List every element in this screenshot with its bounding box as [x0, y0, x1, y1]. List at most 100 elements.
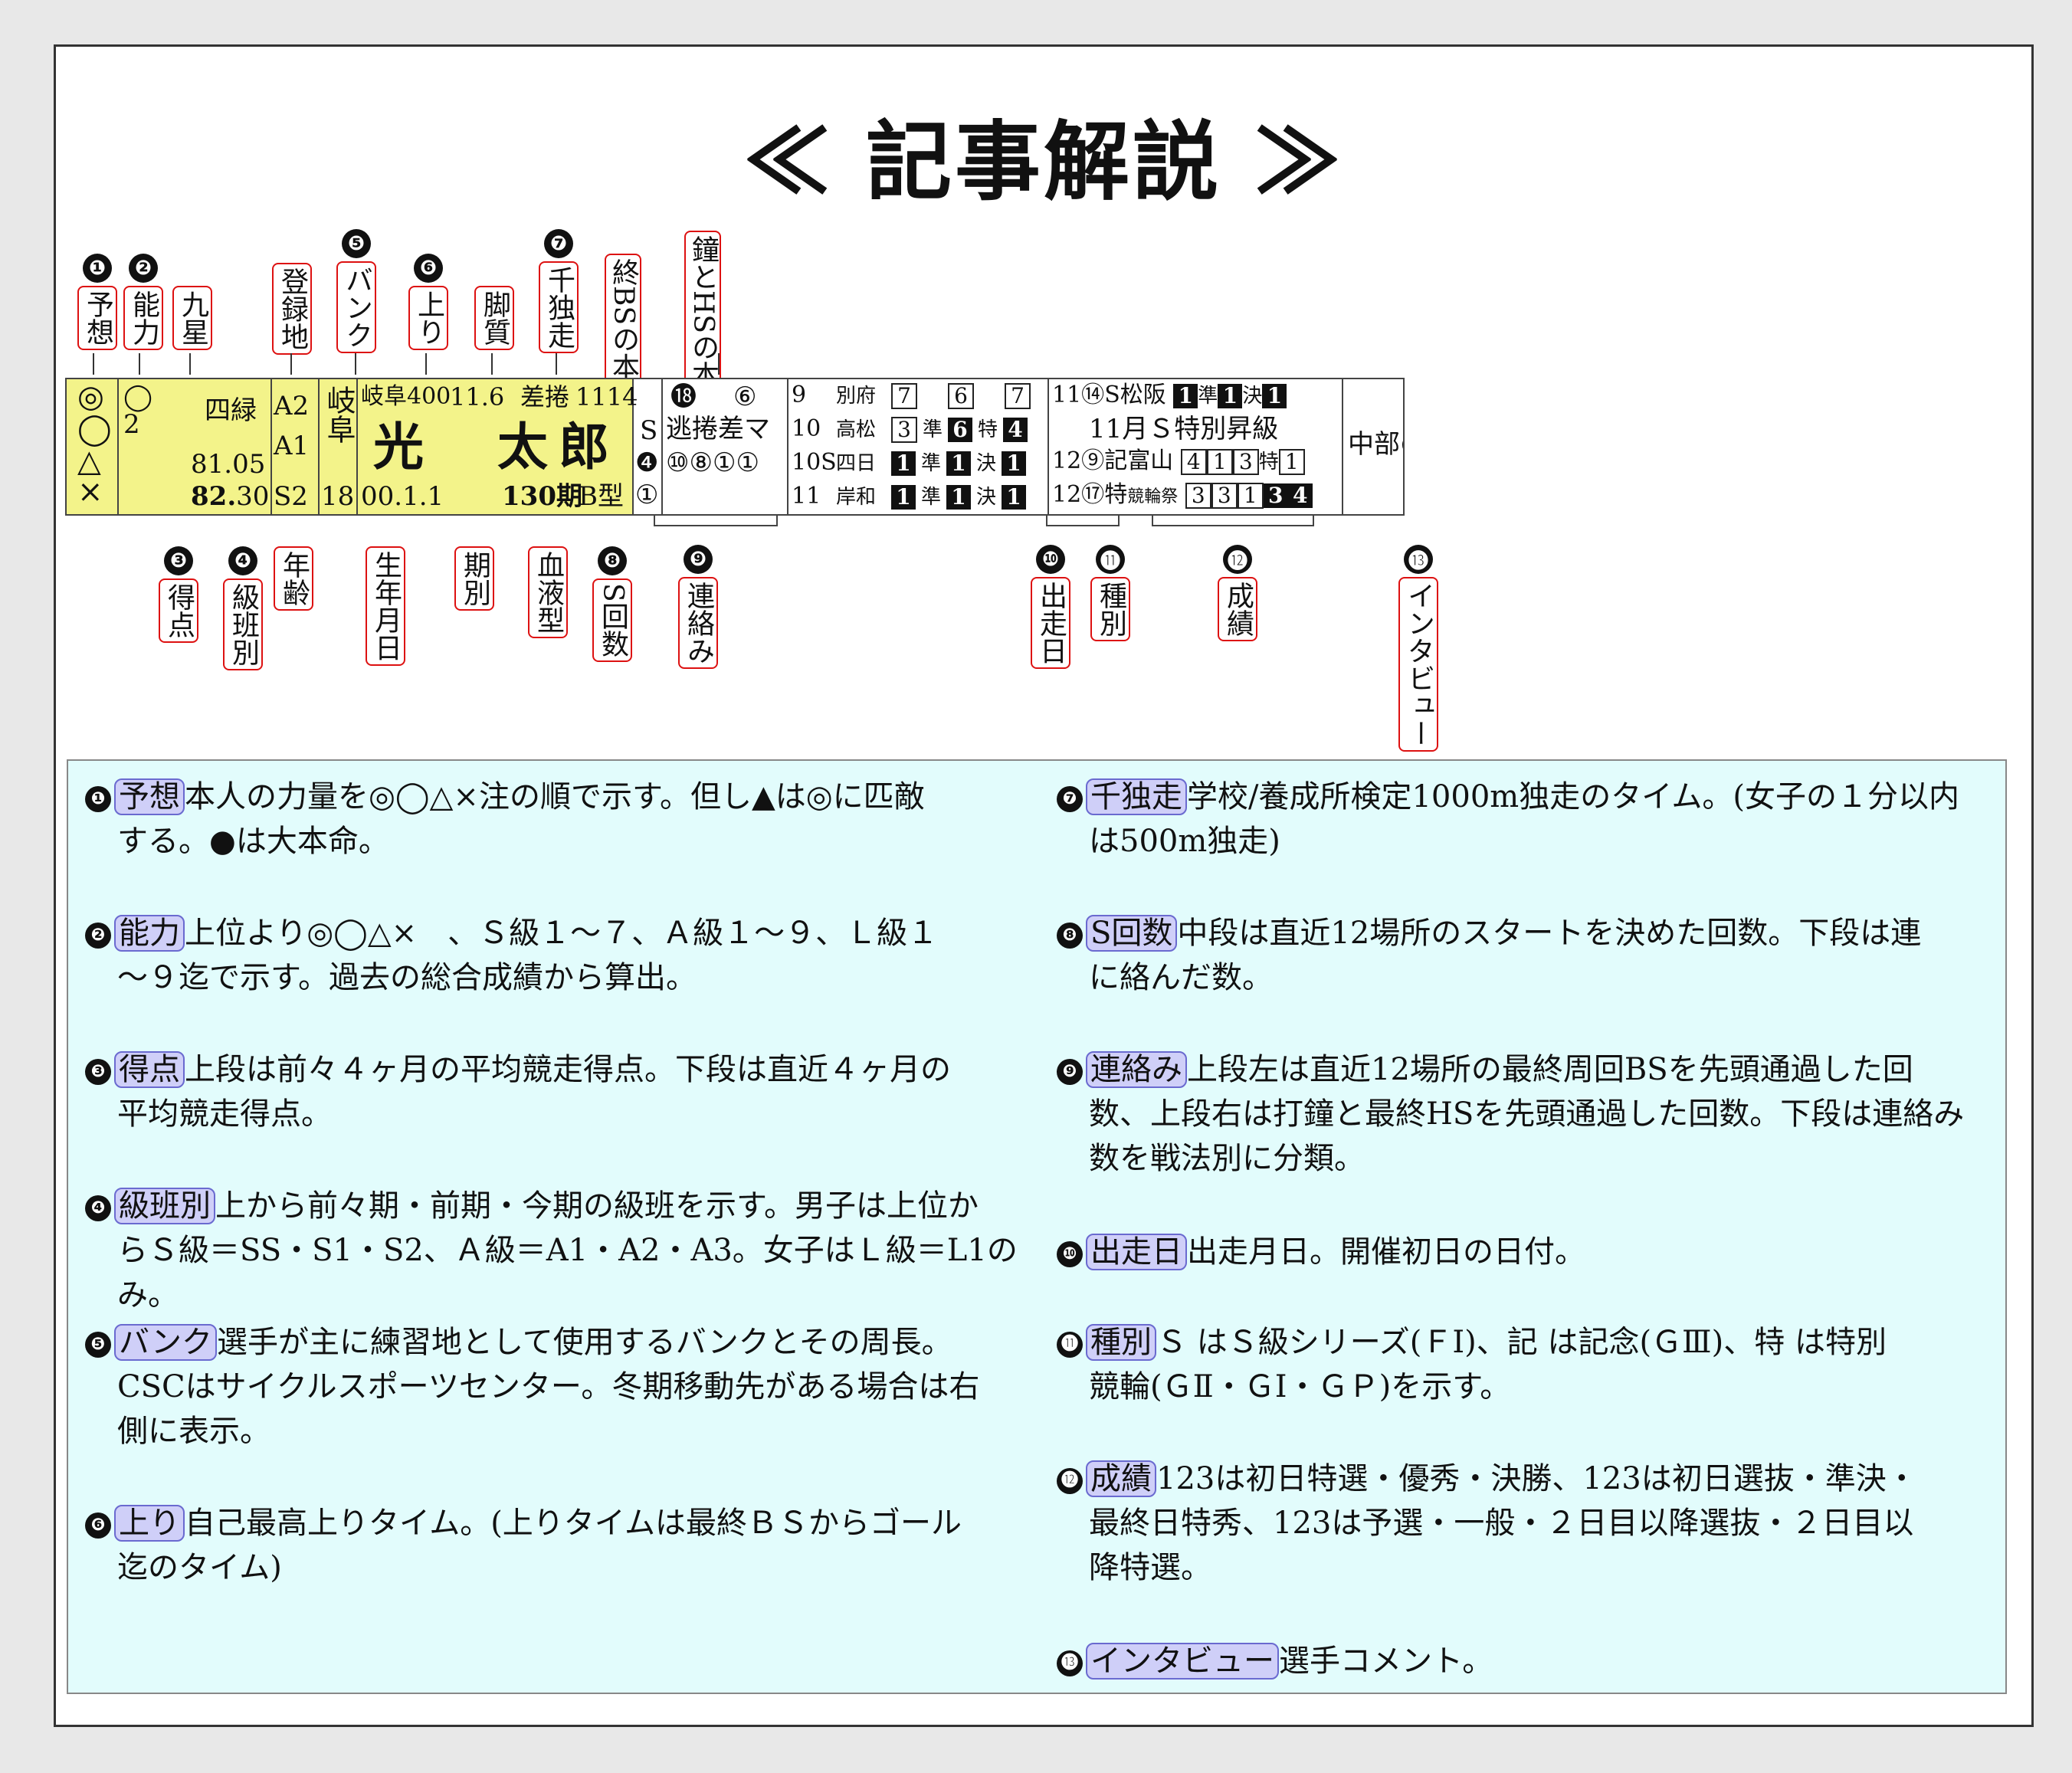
tactics-header: 逃捲差マ — [666, 414, 770, 444]
term-description: 出走月日。開催初日の日付。 — [1187, 1234, 1585, 1270]
score-recent-int: 82. — [191, 481, 237, 512]
tag-label: 血液型 — [528, 546, 568, 638]
number-icon: ❻ — [414, 254, 443, 283]
pref: 岐阜 — [322, 385, 356, 444]
tick — [93, 353, 94, 375]
explanation-line: ❺ バンク 選手が主に練習地として使用するバンクとその周長。 — [85, 1320, 1020, 1365]
tag-label: S回数 — [592, 578, 632, 662]
race-row: 9 別府 7 6 7 — [792, 381, 1031, 411]
term-description: 上から前々期・前期・今期の級班を示す。男子は上位か — [215, 1188, 979, 1224]
race-row: 11 岸和 1 準 1 決 1 — [792, 482, 1026, 512]
tag-seiseki: ⓬ 成績 — [1218, 545, 1257, 641]
term-description: 降特選。 — [1089, 1550, 1211, 1585]
result-label: 決 — [975, 452, 996, 475]
explanation-item: ⓬ 成績 123は初日特選・優秀・決勝、123は初日選抜・準決・ 最終日特秀、123は… — [1057, 1457, 1992, 1590]
term-description: 学校/養成所検定1000m独走のタイム。(女子の１分以内 — [1187, 779, 1960, 814]
class-prev2: A2 — [274, 391, 310, 421]
recent-date: 12⑨ — [1052, 447, 1105, 474]
page-title: ≪ 記事解説 ≫ — [744, 112, 1343, 212]
kyakushitsu: 差捲 — [520, 382, 570, 411]
explanation-item: ❶ 予想 本人の力量を◎◯△×注の順で示す。但し▲は◎に匹敵する。●は大本命。 — [85, 775, 1020, 864]
explanation-line: ❹ 級班別 上から前々期・前期・今期の級班を示す。男子は上位か — [85, 1184, 1020, 1228]
racer-name-family: 光 — [373, 417, 424, 477]
tag-sen: ❼ 千独走 — [539, 229, 579, 353]
number-icon: ⓬ — [1057, 1468, 1083, 1494]
yosou-cell: ◎ ◯ △ × — [67, 379, 119, 514]
result-label: 特 — [977, 418, 998, 441]
term-description: する。●は大本命。 — [117, 824, 389, 859]
tag-ki: 期別 — [454, 546, 494, 611]
tag-kyuhan: ❹ 級班別 — [223, 546, 263, 670]
tag-yosou: ❶ 予想 — [77, 254, 117, 350]
kyusei: 四緑 — [205, 395, 257, 426]
birth: 00.1.1 — [361, 481, 444, 512]
explanation-item: ❷ 能力 上位より◎◯△× 、Ｓ級１〜７、Ａ級１〜９、Ｌ級１ 〜９迄で示す。過去の総合… — [85, 911, 1020, 1000]
term-description: 自己最高上りタイム。(上りタイムは最終ＢＳからゴール — [185, 1506, 962, 1541]
term-label: 種別 — [1086, 1324, 1156, 1361]
recent-date: 12⑰ — [1052, 481, 1105, 508]
bracket — [1152, 516, 1314, 526]
class-prev: A1 — [274, 431, 310, 461]
tag-age: 年齢 — [274, 546, 313, 611]
number-icon: ❽ — [1057, 923, 1083, 949]
term-label: 得点 — [114, 1051, 185, 1088]
explanation-panel: ❶ 予想 本人の力量を◎◯△×注の順で示す。但し▲は◎に匹敵する。●は大本命。 ❷ 能力… — [67, 759, 2007, 1694]
explanation-line: ❿ 出走日 出走月日。開催初日の日付。 — [1057, 1230, 1992, 1274]
result-box: 6 — [948, 418, 972, 442]
tag-label: 連絡み — [678, 577, 718, 669]
explanation-item: ❸ 得点 上段は前々４ヶ月の平均競走得点。下段は直近４ヶ月の 平均競走得点。 — [85, 1047, 1020, 1136]
explanation-item: ⓫ 種別 Ｓ はＳ級シリーズ(ＦⅠ)、記 は記念(ＧⅢ)、特 は特別 競輪(ＧⅡ・ＧⅠ… — [1057, 1320, 1992, 1409]
ability-mark: ◯ — [123, 382, 153, 412]
tag-label: バンク — [336, 261, 376, 353]
term-description: 迄のタイム) — [117, 1550, 282, 1585]
term-label: 級班別 — [114, 1188, 215, 1224]
s-count: ❹ — [635, 447, 659, 478]
tag-agari: ❻ 上り — [408, 254, 448, 350]
term-label: S回数 — [1086, 915, 1178, 952]
explanation-line: ❶ 予想 本人の力量を◎◯△×注の順で示す。但し▲は◎に匹敵 — [85, 775, 1020, 819]
explanation-line: ❾ 連絡み 上段左は直近12場所の最終周回BSを先頭通過した回 — [1057, 1047, 1992, 1092]
term-description: 上段左は直近12場所の最終周回BSを先頭通過した回 — [1187, 1052, 1913, 1087]
result-box: 1 — [891, 451, 916, 476]
result-box: 4 — [1180, 449, 1207, 475]
result-box: 1 — [1002, 451, 1026, 476]
tag-interview: ⓭ インタビュー — [1398, 545, 1438, 752]
number-icon: ❿ — [1036, 545, 1065, 574]
term-description: 平均競走得点。 — [117, 1096, 332, 1132]
number-icon: ⓬ — [1223, 545, 1252, 574]
number-icon: ⓫ — [1057, 1332, 1083, 1358]
explanation-item: ❹ 級班別 上から前々期・前期・今期の級班を示す。男子は上位か らＳ級＝SS・S1・S… — [85, 1184, 1020, 1317]
tag-label: 予想 — [77, 286, 117, 350]
tag-label: 種別 — [1090, 577, 1130, 641]
recent-kind: 特 — [1104, 481, 1128, 508]
number-icon: ⓭ — [1404, 545, 1433, 574]
number-icon: ❸ — [164, 546, 193, 575]
comment-cell: 中部の三番手です。 — [1343, 379, 1403, 514]
term-label: 連絡み — [1086, 1051, 1187, 1088]
results-cell: 9 別府 7 6 7 10 高松 3 準 6 特 4 10S四日 1 準 1 決 1 11 岸和 1 準 1 決 1 — [788, 379, 1049, 514]
number-icon: ❺ — [342, 229, 371, 258]
term-label: 予想 — [114, 778, 185, 815]
race-date: 9 — [792, 382, 807, 408]
term-description: 競輪(ＧⅡ・ＧⅠ・ＧＰ)を示す。 — [1089, 1369, 1511, 1404]
racer-name-given: 太郎 — [497, 417, 620, 477]
tick — [290, 353, 292, 375]
tag-label: 登録地 — [272, 263, 312, 355]
term-description: 側に表示。 — [117, 1414, 270, 1449]
term-label: 千独走 — [1086, 778, 1187, 815]
number-icon: ⓭ — [1057, 1650, 1083, 1676]
term-label: 出走日 — [1086, 1234, 1187, 1270]
tag-label: 千独走 — [539, 261, 579, 353]
bracket — [1046, 516, 1120, 526]
score-recent: 82.30 — [191, 482, 269, 511]
s-renk: ① — [635, 480, 659, 510]
tag-s-count: ❽ S回数 — [592, 546, 632, 662]
result-box: 3 — [1211, 483, 1238, 509]
yosou-mark: ◯ — [77, 411, 112, 447]
race-date: 10S — [792, 449, 837, 476]
pref-cell: 岐阜 18 — [320, 379, 358, 514]
tag-label: 生年月日 — [366, 546, 405, 666]
number-icon: ❼ — [544, 229, 573, 258]
result-box: 1 — [1002, 485, 1026, 510]
recent-kind: 記 — [1104, 447, 1128, 474]
